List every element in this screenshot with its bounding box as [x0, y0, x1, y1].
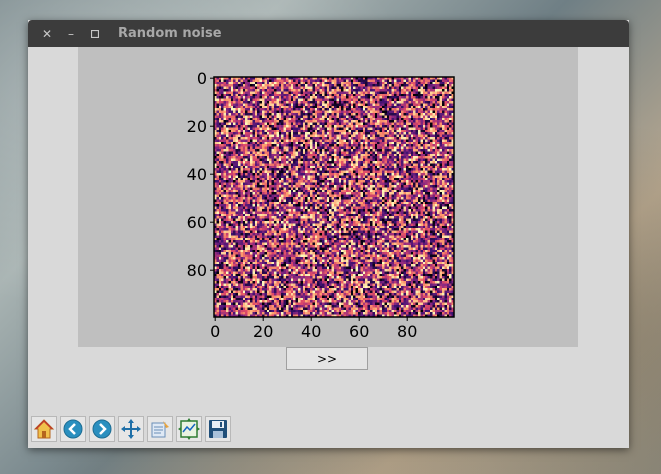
next-button[interactable]: >>	[286, 347, 368, 370]
pan-icon[interactable]	[118, 416, 144, 442]
forward-icon[interactable]	[89, 416, 115, 442]
title-bar[interactable]: ✕ – Random noise	[28, 20, 629, 47]
y-tick-label: 60	[187, 213, 207, 232]
heatmap-image	[214, 77, 454, 317]
x-tick-label: 0	[210, 322, 220, 341]
minimize-icon[interactable]: –	[64, 27, 78, 41]
subplots-icon[interactable]	[176, 416, 202, 442]
heatmap-plot[interactable]: 0 20 40 60 80 0 20 40 60 80	[78, 47, 578, 347]
y-tick-label: 40	[187, 165, 207, 184]
app-window: ✕ – Random noise 0 20 40 60 80 0 20 40 60 80 >>	[28, 20, 629, 448]
maximize-icon[interactable]	[88, 27, 102, 41]
close-icon[interactable]: ✕	[40, 27, 54, 41]
back-icon[interactable]	[60, 416, 86, 442]
save-icon[interactable]	[205, 416, 231, 442]
x-tick-label: 20	[253, 322, 273, 341]
y-tick-label: 80	[187, 261, 207, 280]
figure-canvas[interactable]: 0 20 40 60 80 0 20 40 60 80	[78, 47, 578, 347]
home-icon[interactable]	[31, 416, 57, 442]
y-tick-label: 0	[197, 69, 207, 88]
zoom-icon[interactable]	[147, 416, 173, 442]
x-tick-label: 80	[397, 322, 417, 341]
navigation-toolbar	[31, 416, 231, 442]
window-title: Random noise	[118, 26, 222, 41]
x-tick-label: 40	[301, 322, 321, 341]
x-tick-label: 60	[349, 322, 369, 341]
y-tick-label: 20	[187, 117, 207, 136]
